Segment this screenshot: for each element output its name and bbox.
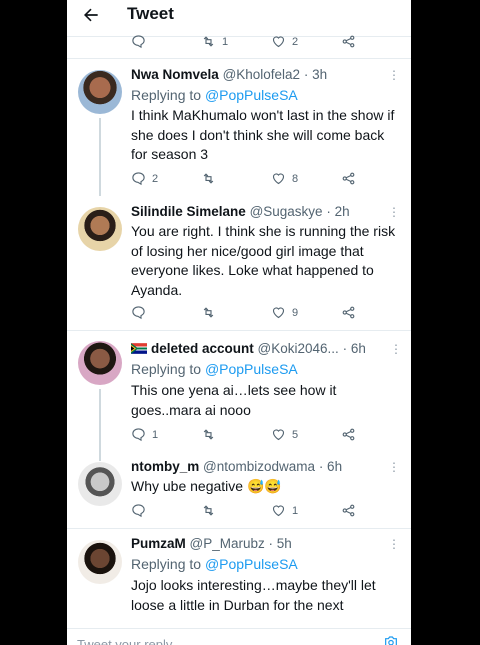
tweet-actions: 9	[131, 305, 361, 323]
tweet-time: · 6h	[342, 341, 366, 356]
retweet-icon	[203, 307, 214, 318]
tweet-header: Nwa Nomvela @Kholofela2 · 3h	[131, 66, 327, 84]
thread-line	[99, 389, 101, 461]
author-handle[interactable]: @Kholofela2	[223, 67, 301, 82]
share-icon	[342, 428, 355, 441]
tweet-text: Jojo looks interesting…maybe they'll let…	[131, 577, 376, 613]
replying-to: Replying to @PopPulseSA	[131, 556, 298, 572]
comment-icon	[132, 35, 145, 49]
more-options-icon[interactable]: ⋮	[388, 205, 400, 219]
tweet-header: deleted account @Koki2046... · 6h	[131, 340, 366, 358]
phone-screen: Tweet 1 2 Nwa Nomvela @Kholofela2 · 3h ⋮	[67, 0, 411, 645]
replying-to-link[interactable]: @PopPulseSA	[205, 361, 298, 377]
page-title: Tweet	[127, 4, 174, 23]
tweet-text: Why ube negative 😅😅	[131, 478, 282, 494]
replying-to: Replying to @PopPulseSA	[131, 87, 298, 103]
reply-button[interactable]	[131, 503, 152, 518]
top-bar: Tweet	[67, 0, 411, 30]
prev-tweet-actions: 1 2	[131, 34, 361, 52]
more-options-icon[interactable]: ⋮	[388, 68, 400, 82]
author-handle[interactable]: @P_Marubz	[190, 536, 265, 551]
reply-composer[interactable]: Tweet your reply	[67, 628, 411, 645]
avatar[interactable]	[78, 462, 122, 506]
tweet-text: I think MaKhumalo won't last in the show…	[131, 107, 395, 162]
tweet-header: Silindile Simelane @Sugaskye · 2h	[131, 203, 350, 221]
avatar[interactable]	[78, 540, 122, 584]
thread-line	[99, 118, 101, 196]
retweet-icon	[203, 36, 214, 47]
tweet-actions: 1	[131, 503, 361, 521]
retweet-icon	[203, 173, 214, 184]
tweet-time: · 5h	[268, 536, 292, 551]
comment-icon	[132, 172, 145, 186]
retweet-icon	[203, 429, 214, 440]
heart-icon	[272, 36, 285, 48]
tweet-time: · 2h	[326, 204, 350, 219]
back-arrow-icon[interactable]	[81, 5, 101, 25]
replying-to-link[interactable]: @PopPulseSA	[205, 556, 298, 572]
share-button[interactable]	[341, 171, 356, 186]
retweet-button[interactable]	[201, 503, 222, 518]
author-name[interactable]: Nwa Nomvela	[131, 67, 219, 82]
share-icon	[342, 172, 355, 185]
author-handle[interactable]: @ntombizodwama	[203, 459, 315, 474]
tweet-time: · 6h	[318, 459, 343, 474]
retweet-button[interactable]: 1	[201, 34, 228, 49]
share-icon	[342, 306, 355, 319]
tweet-time: · 3h	[303, 67, 328, 82]
like-button[interactable]: 8	[271, 171, 298, 186]
share-icon	[342, 35, 355, 48]
avatar[interactable]	[78, 341, 122, 385]
share-button[interactable]	[341, 305, 356, 320]
retweet-icon	[203, 505, 214, 516]
author-name[interactable]: PumzaM	[131, 536, 186, 551]
author-name[interactable]: ntomby_m	[131, 459, 199, 474]
like-button[interactable]: 9	[271, 305, 298, 320]
tweet-actions: 2 8	[131, 171, 361, 189]
share-button[interactable]	[341, 34, 356, 49]
comment-icon	[132, 428, 145, 442]
tweet-actions: 1 5	[131, 427, 361, 445]
replying-to: Replying to @PopPulseSA	[131, 361, 298, 377]
reply-button[interactable]: 2	[131, 171, 158, 186]
reply-button[interactable]	[131, 305, 152, 320]
heart-icon	[272, 307, 285, 319]
author-handle[interactable]: @Koki2046...	[258, 341, 339, 356]
tweet-text: You are right. I think she is running th…	[131, 223, 396, 298]
south-africa-flag-icon	[131, 343, 147, 354]
reply-input[interactable]: Tweet your reply	[77, 637, 172, 645]
camera-icon[interactable]	[383, 634, 399, 645]
avatar[interactable]	[78, 207, 122, 251]
tweet-text: This one yena ai…lets see how it goes..m…	[131, 382, 337, 418]
more-options-icon[interactable]: ⋮	[388, 460, 400, 474]
share-button[interactable]	[341, 503, 356, 518]
replying-to-link[interactable]: @PopPulseSA	[205, 87, 298, 103]
retweet-button[interactable]	[201, 305, 222, 320]
share-icon	[342, 504, 355, 517]
retweet-button[interactable]	[201, 171, 222, 186]
share-button[interactable]	[341, 427, 356, 442]
heart-icon	[272, 505, 285, 517]
reply-button[interactable]: 1	[131, 427, 158, 442]
author-name[interactable]: Silindile Simelane	[131, 204, 246, 219]
heart-icon	[272, 429, 285, 441]
author-name[interactable]: deleted account	[151, 341, 254, 356]
comment-icon	[132, 306, 145, 320]
comment-icon	[132, 504, 145, 518]
like-button[interactable]: 1	[271, 503, 298, 518]
more-options-icon[interactable]: ⋮	[390, 342, 402, 356]
more-options-icon[interactable]: ⋮	[388, 537, 400, 551]
like-button[interactable]: 5	[271, 427, 298, 442]
heart-icon	[272, 173, 285, 185]
tweet-header: PumzaM @P_Marubz · 5h	[131, 535, 292, 553]
reply-button[interactable]	[131, 34, 152, 49]
author-handle[interactable]: @Sugaskye	[250, 204, 323, 219]
like-button[interactable]: 2	[271, 34, 298, 49]
avatar[interactable]	[78, 70, 122, 114]
retweet-button[interactable]	[201, 427, 222, 442]
tweet-header: ntomby_m @ntombizodwama · 6h	[131, 458, 342, 476]
